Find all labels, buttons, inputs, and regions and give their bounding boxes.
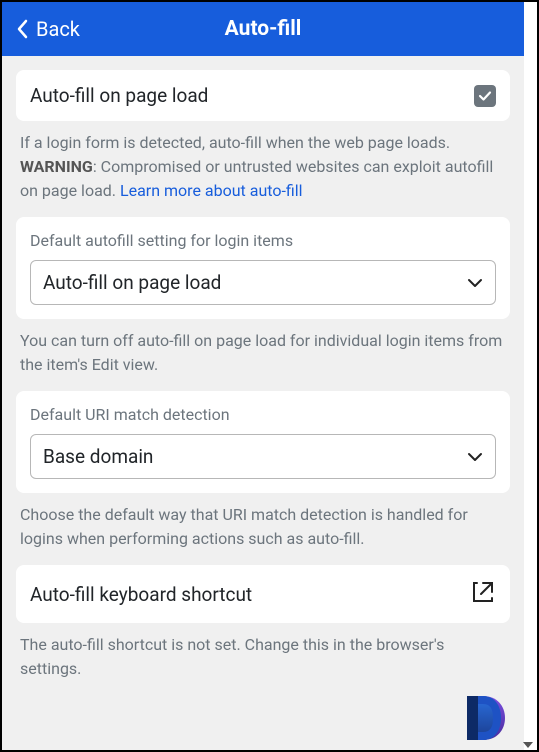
default-setting-select[interactable]: Auto-fill on page load xyxy=(30,260,496,305)
back-label: Back xyxy=(36,17,80,41)
checkmark-icon xyxy=(478,89,492,103)
scroll-down-arrow-icon xyxy=(523,742,533,748)
chevron-down-icon xyxy=(467,278,483,288)
uri-match-card: Default URI match detection Base domain xyxy=(16,391,510,493)
uri-match-help: Choose the default way that URI match de… xyxy=(16,493,510,551)
page-title: Auto-fill xyxy=(225,17,302,41)
chevron-down-icon xyxy=(467,452,483,462)
uri-match-select[interactable]: Base domain xyxy=(30,434,496,479)
help-text-pre: If a login form is detected, auto-fill w… xyxy=(20,133,450,152)
shortcut-label: Auto-fill keyboard shortcut xyxy=(30,583,252,606)
default-setting-help: You can turn off auto-fill on page load … xyxy=(16,319,510,377)
default-setting-card: Default autofill setting for login items… xyxy=(16,217,510,319)
brand-logo xyxy=(461,690,517,746)
autofill-checkbox[interactable] xyxy=(474,85,496,107)
shortcut-help: The auto-fill shortcut is not set. Chang… xyxy=(16,623,510,681)
autofill-toggle-label: Auto-fill on page load xyxy=(30,84,208,107)
autofill-toggle-help: If a login form is detected, auto-fill w… xyxy=(16,121,510,203)
default-setting-value: Auto-fill on page load xyxy=(43,271,221,294)
settings-scroll[interactable]: Back Auto-fill Auto-fill on page load If… xyxy=(2,2,524,750)
external-link-icon xyxy=(470,579,496,609)
warning-label: WARNING xyxy=(20,157,93,176)
uri-match-value: Base domain xyxy=(43,445,153,468)
chevron-left-icon xyxy=(16,19,28,39)
content: Auto-fill on page load If a login form i… xyxy=(2,70,524,750)
uri-match-label: Default URI match detection xyxy=(30,405,496,424)
header-bar: Back Auto-fill xyxy=(2,2,524,56)
default-setting-label: Default autofill setting for login items xyxy=(30,231,496,250)
learn-more-link[interactable]: Learn more about auto-fill xyxy=(120,181,303,200)
autofill-toggle-card: Auto-fill on page load xyxy=(16,70,510,121)
shortcut-card[interactable]: Auto-fill keyboard shortcut xyxy=(16,565,510,623)
back-button[interactable]: Back xyxy=(16,17,80,41)
